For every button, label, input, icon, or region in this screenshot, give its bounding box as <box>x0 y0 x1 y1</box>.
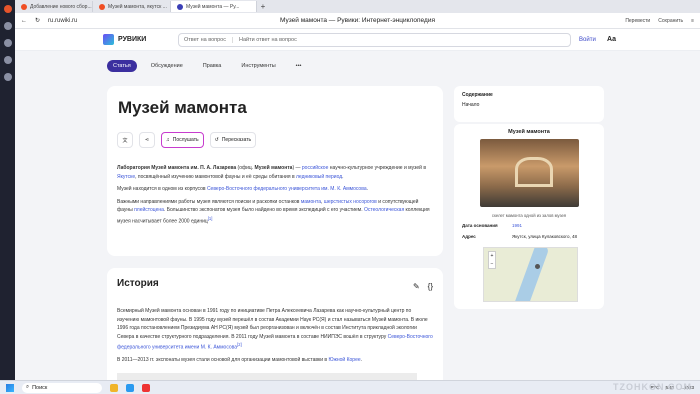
windows-start-icon[interactable] <box>6 383 14 392</box>
ask-label: Ответ на вопрос <box>184 36 233 43</box>
page-title: Музей мамонта <box>118 98 247 117</box>
address-value: Якутск, улица Кулаковского, 48 <box>512 234 577 239</box>
map-pin-icon <box>535 264 540 269</box>
zoom-control[interactable]: + − <box>488 251 496 269</box>
location-map[interactable]: + − <box>483 247 578 302</box>
retell-icon: ↺ <box>214 137 219 143</box>
search-box[interactable]: Ответ на вопрос Найти ответ на вопрос <box>178 32 571 47</box>
back-icon[interactable]: ← <box>21 18 27 24</box>
favicon-icon <box>177 3 183 10</box>
history-paragraph-2: В 2011—2013 гг. экспонаты музея стали ос… <box>117 357 363 364</box>
link[interactable]: плейстоцена <box>134 207 164 213</box>
footnote-link[interactable]: [2] <box>237 342 242 347</box>
tab-article[interactable]: Статья <box>107 59 137 72</box>
infobox: Музей мамонта скелет мамонта одной из за… <box>454 124 604 309</box>
table-of-contents: Содержание Начало <box>454 86 604 122</box>
new-tab-button[interactable]: + <box>257 2 269 11</box>
founded-link[interactable]: 1991 <box>512 223 522 228</box>
history-paragraph: Всемирный Музей мамонта основан в 1991 г… <box>117 308 433 351</box>
sidebar-icon[interactable] <box>3 56 12 64</box>
sidebar-icon[interactable] <box>3 73 12 81</box>
river-shape <box>512 248 550 301</box>
menu-icon[interactable]: ≡ <box>691 18 694 24</box>
museum-photo[interactable] <box>479 139 579 207</box>
tab-1[interactable]: Добавление нового сбор... <box>15 1 93 12</box>
page-title-bar: Музей мамонта — Рувики: Интернет-энцикло… <box>280 17 435 24</box>
address-label: Адрес <box>462 234 476 239</box>
work-paragraph: Важными направлениями работы музея являю… <box>117 198 430 225</box>
link[interactable]: Северо-Восточного федерального университ… <box>207 186 367 192</box>
tab-active[interactable]: Музей мамонта — Ру... <box>171 1 257 12</box>
article-nav: Статья Обсуждение Правка Инструменты ••• <box>15 51 700 80</box>
footnote-link[interactable]: [1] <box>208 216 213 221</box>
tab-tools[interactable]: Инструменты <box>235 60 281 72</box>
address-bar: ← ↻ ru.ruwiki.ru Музей мамонта — Рувики: … <box>15 13 700 29</box>
logo-icon <box>103 34 114 45</box>
save-button[interactable]: Сохранить <box>658 18 683 24</box>
section-title: История <box>117 278 159 289</box>
article-card: Музей мамонта 文 ⋖ ♫ Послушать ↺ Пересказат… <box>107 86 443 256</box>
yandex-icon[interactable] <box>3 5 12 13</box>
edge-icon[interactable] <box>126 383 134 392</box>
sidebar-icon[interactable] <box>3 39 12 47</box>
login-link[interactable]: Войти <box>579 37 596 43</box>
translate-button[interactable]: Перевести <box>625 18 650 24</box>
link[interactable]: шерстистых носорогов <box>324 199 377 205</box>
founded-label: Дата основания <box>462 223 498 228</box>
watermark: TZOHKON.COM <box>613 382 692 392</box>
code-icon[interactable]: {} <box>428 282 433 291</box>
intro-paragraph: Лаборатория Музей мамонта им. П. А. Лаза… <box>117 165 427 180</box>
site-logo[interactable]: РУВИКИ <box>103 34 146 45</box>
link[interactable]: ледниковый период <box>296 174 342 180</box>
reload-icon[interactable]: ↻ <box>35 17 40 24</box>
site-header: РУВИКИ Ответ на вопрос Найти ответ на воп… <box>15 29 700 51</box>
tab-2[interactable]: Музей мамонта, якутск ... <box>93 1 171 12</box>
headphones-icon: ♫ <box>166 137 170 143</box>
tab-edit[interactable]: Правка <box>197 60 228 72</box>
link[interactable]: Якутске <box>117 174 135 180</box>
browser-sidebar <box>0 0 15 380</box>
tab-strip: Добавление нового сбор... Музей мамонта,… <box>15 0 700 13</box>
link[interactable]: российское <box>302 165 328 171</box>
toc-item[interactable]: Начало <box>462 102 479 108</box>
search-input[interactable]: Найти ответ на вопрос <box>239 37 297 43</box>
infobox-title: Музей мамонта <box>508 129 550 135</box>
retell-button[interactable]: ↺ Пересказать <box>209 132 257 148</box>
tab-discussion[interactable]: Обсуждение <box>145 60 189 72</box>
url-field[interactable]: ru.ruwiki.ru <box>48 18 77 24</box>
article-toolbar: 文 ⋖ ♫ Послушать ↺ Пересказать <box>117 132 433 148</box>
photo-caption: скелет мамонта одной из залов музея <box>491 213 567 218</box>
link[interactable]: Южной Корее <box>328 357 360 363</box>
taskbar-search[interactable]: ⌕ Поиск <box>22 382 102 393</box>
favicon-icon <box>99 3 105 10</box>
edit-icon[interactable]: ✎ <box>413 282 420 291</box>
link[interactable]: Остеологическая <box>364 207 404 213</box>
explorer-icon[interactable] <box>110 383 118 392</box>
yandex-browser-icon[interactable] <box>142 383 150 392</box>
link[interactable]: мамонта <box>301 199 321 205</box>
translate-icon[interactable]: 文 <box>117 132 133 148</box>
taskbar: ⌕ Поиск РУС 5:41 ...2023 <box>0 380 700 394</box>
share-icon[interactable]: ⋖ <box>139 132 155 148</box>
text-size-button[interactable]: Аа <box>607 36 616 43</box>
location-paragraph: Музей находится в одном из корпусов Севе… <box>117 186 368 192</box>
listen-button[interactable]: ♫ Послушать <box>161 132 204 148</box>
toc-title[interactable]: Содержание <box>462 92 596 98</box>
sidebar-icon[interactable] <box>3 22 12 30</box>
history-section: История ✎ {} Всемирный Музей мамонта осно… <box>107 268 443 394</box>
favicon-icon <box>21 3 27 10</box>
search-icon: ⌕ <box>26 384 30 390</box>
more-button[interactable]: ••• <box>290 60 308 72</box>
